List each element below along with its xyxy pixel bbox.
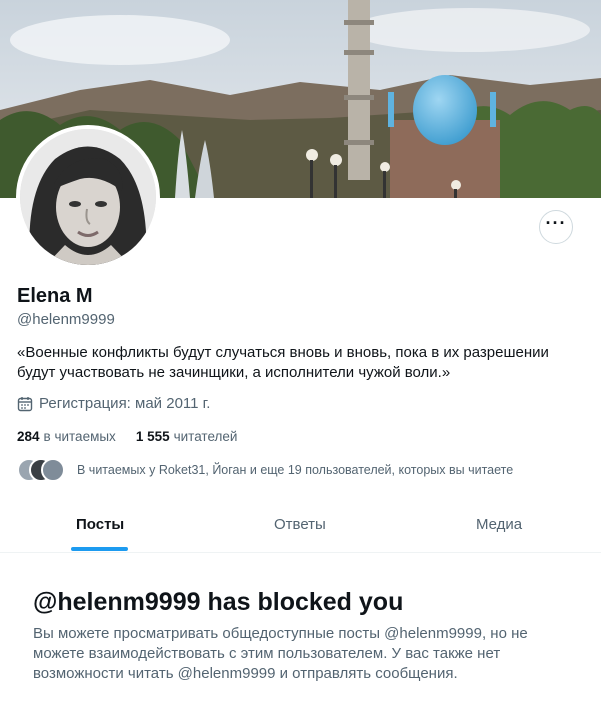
followed-by[interactable]: В читаемых у Roket31, Йоган и еще 19 пол…	[17, 458, 513, 482]
following-link[interactable]: 284 в читаемых	[17, 429, 116, 444]
tab-posts[interactable]: Посты	[76, 516, 124, 533]
more-options-button[interactable]: ···	[539, 210, 573, 244]
follower-avatar	[41, 458, 65, 482]
joined-text: Регистрация: май 2011 г.	[39, 395, 211, 412]
blocked-message: Вы можете просматривать общедоступные по…	[33, 625, 528, 682]
profile-tabs: Посты Ответы Медиа	[0, 500, 601, 553]
following-label: в читаемых	[43, 429, 116, 444]
profile-avatar[interactable]	[16, 125, 160, 269]
followers-label: читателей	[173, 429, 238, 444]
blocked-title: @helenm9999 has blocked you	[33, 588, 404, 616]
followed-by-text: В читаемых у Roket31, Йоган и еще 19 пол…	[77, 463, 514, 477]
more-horizontal-icon: ···	[545, 213, 567, 233]
following-count: 284	[17, 429, 40, 444]
tab-replies[interactable]: Ответы	[274, 516, 326, 533]
followers-link[interactable]: 1 555 читателей	[136, 429, 238, 444]
followers-count: 1 555	[135, 429, 170, 444]
tab-media[interactable]: Медиа	[476, 516, 522, 533]
joined-date: Регистрация: май 2011 г.	[17, 395, 210, 412]
profile-stats: 284 в читаемых 1 555 читателей	[17, 429, 257, 444]
calendar-icon	[17, 396, 33, 411]
profile-name: Elena M	[17, 285, 93, 307]
profile-handle: @helenm9999	[17, 311, 115, 328]
followed-by-avatars	[17, 458, 69, 482]
profile-bio: «Военные конфликты будут случаться вновь…	[17, 344, 549, 381]
active-tab-indicator	[71, 547, 128, 551]
